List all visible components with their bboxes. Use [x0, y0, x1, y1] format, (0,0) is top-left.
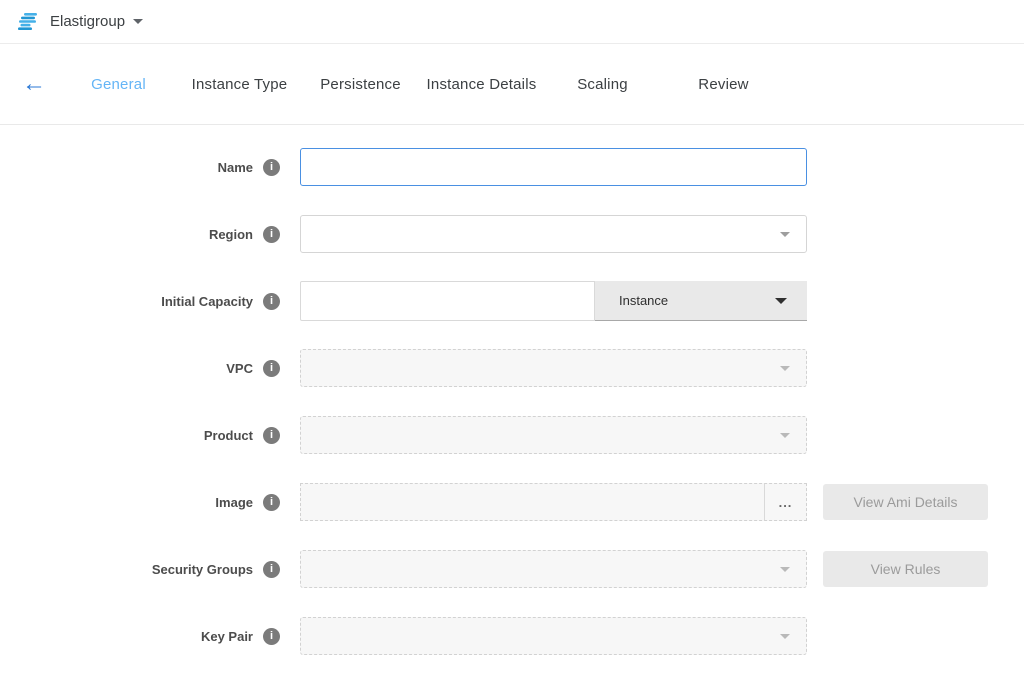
info-icon[interactable]: i — [263, 360, 280, 377]
image-value — [301, 484, 764, 520]
tab-instance-type[interactable]: Instance Type — [179, 70, 300, 99]
chevron-down-icon — [133, 19, 143, 24]
security-groups-label: Security Groups — [152, 562, 253, 577]
tab-general[interactable]: General — [58, 70, 179, 99]
info-icon[interactable]: i — [263, 561, 280, 578]
vpc-label: VPC — [226, 361, 253, 376]
general-form: Name i Region i Initial Capacity i — [0, 125, 1024, 656]
image-picker: ... — [300, 483, 807, 521]
security-groups-selected-value — [301, 562, 313, 578]
initial-capacity-input[interactable] — [300, 281, 595, 321]
form-row-security-groups: Security Groups i View Rules — [0, 549, 1024, 589]
info-icon[interactable]: i — [263, 628, 280, 645]
form-row-image: Image i ... View Ami Details — [0, 482, 1024, 522]
form-row-region: Region i — [0, 214, 1024, 254]
product-selected-value — [301, 428, 313, 444]
vpc-select — [300, 349, 807, 387]
chevron-down-icon — [780, 232, 790, 237]
chevron-down-icon — [780, 366, 790, 371]
app-switcher[interactable]: Elastigroup — [16, 12, 143, 32]
back-button[interactable]: ← — [22, 72, 46, 96]
form-row-name: Name i — [0, 147, 1024, 187]
tab-scaling[interactable]: Scaling — [542, 70, 663, 99]
form-row-vpc: VPC i — [0, 348, 1024, 388]
image-label: Image — [215, 495, 253, 510]
region-label: Region — [209, 227, 253, 242]
region-selected-value — [301, 227, 313, 243]
product-select — [300, 416, 807, 454]
info-icon[interactable]: i — [263, 494, 280, 511]
product-label: Product — [204, 428, 253, 443]
key-pair-label: Key Pair — [201, 629, 253, 644]
info-icon[interactable]: i — [263, 159, 280, 176]
name-label: Name — [218, 160, 253, 175]
form-row-key-pair: Key Pair i — [0, 616, 1024, 656]
image-browse-button[interactable]: ... — [764, 484, 806, 520]
chevron-down-icon — [780, 567, 790, 572]
chevron-down-icon — [780, 433, 790, 438]
initial-capacity-label: Initial Capacity — [161, 294, 253, 309]
tab-review[interactable]: Review — [663, 70, 784, 99]
form-row-initial-capacity: Initial Capacity i Instance — [0, 281, 1024, 321]
info-icon[interactable]: i — [263, 293, 280, 310]
capacity-unit-select[interactable]: Instance — [595, 281, 807, 321]
vpc-selected-value — [301, 361, 313, 377]
info-icon[interactable]: i — [263, 427, 280, 444]
info-icon[interactable]: i — [263, 226, 280, 243]
capacity-unit-value: Instance — [619, 293, 668, 308]
security-groups-select — [300, 550, 807, 588]
wizard-tabbar: ← General Instance Type Persistence Inst… — [0, 44, 1024, 125]
form-row-product: Product i — [0, 415, 1024, 455]
key-pair-selected-value — [301, 629, 313, 645]
view-rules-button[interactable]: View Rules — [823, 551, 988, 587]
elastigroup-logo-icon — [16, 12, 40, 32]
name-input[interactable] — [300, 148, 807, 186]
app-title: Elastigroup — [50, 13, 125, 30]
tab-instance-details[interactable]: Instance Details — [421, 70, 542, 99]
app-header: Elastigroup — [0, 0, 1024, 44]
chevron-down-icon — [775, 298, 787, 304]
view-ami-details-button[interactable]: View Ami Details — [823, 484, 988, 520]
key-pair-select — [300, 617, 807, 655]
region-select[interactable] — [300, 215, 807, 253]
wizard-tabs: General Instance Type Persistence Instan… — [58, 70, 784, 99]
tab-persistence[interactable]: Persistence — [300, 70, 421, 99]
chevron-down-icon — [780, 634, 790, 639]
